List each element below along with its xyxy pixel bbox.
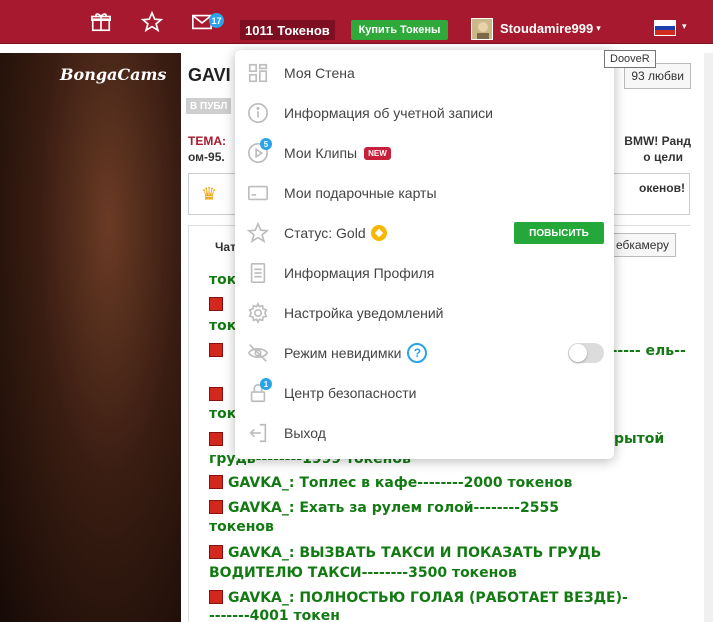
menu-item-status[interactable]: Статус: Gold ПОВЫСИТЬ	[235, 213, 614, 253]
chat-message-text: -------4001 токен	[209, 608, 340, 622]
grid-icon	[247, 62, 269, 84]
clips-count-badge: 5	[260, 138, 272, 150]
menu-item-label-wrap: Мои Клипы NEW	[284, 145, 391, 161]
chat-message-text: рытой	[614, 431, 665, 447]
menu-item-invisible-mode[interactable]: Режим невидимки ?	[235, 333, 614, 373]
invisible-mode-toggle[interactable]	[568, 343, 604, 363]
tokens-balance[interactable]: 1011 Токенов	[240, 20, 335, 40]
chat-message: GAVKA_: Топлес в кафе--------2000 токено…	[209, 475, 679, 492]
theme-text-right-2: о цели	[643, 150, 683, 164]
username-tooltip: DooveR	[604, 50, 656, 68]
chat-message: GAVKA_: ВЫЗВАТЬ ТАКСИ И ПОКАЗАТЬ ГРУДЬ	[209, 545, 679, 562]
chat-message: GAVKA_: ПОЛНОСТЬЮ ГОЛАЯ (РАБОТАЕТ ВЕЗДЕ)…	[209, 590, 679, 607]
chat-message-text: токенов	[209, 519, 274, 535]
menu-item-label: Мои Клипы	[284, 145, 358, 161]
chat-message-text: GAVKA_: Ехать за рулем голой--------2555	[228, 500, 559, 516]
user-icon	[209, 475, 223, 489]
menu-item-profile-info[interactable]: Информация Профиля	[235, 253, 614, 293]
gift-icon[interactable]	[89, 10, 113, 34]
gear-icon	[247, 302, 269, 324]
menu-item-notifications[interactable]: Настройка уведомлений	[235, 293, 614, 333]
card-icon	[247, 182, 269, 204]
menu-item-gift-cards[interactable]: Мои подарочные карты	[235, 173, 614, 213]
document-icon	[247, 262, 269, 284]
chat-message-text: ------- ель--	[600, 343, 686, 359]
status-label-wrap: Статус: Gold	[284, 225, 387, 241]
new-badge: NEW	[364, 146, 391, 160]
bongacams-logo: BongaCams	[60, 65, 167, 84]
help-icon[interactable]: ?	[407, 343, 428, 363]
page-scrollbar[interactable]	[704, 53, 713, 622]
top-bar: 17 1011 Токенов Купить Токены Stoudamire…	[0, 0, 713, 44]
user-icon	[209, 500, 223, 514]
buy-tokens-button[interactable]: Купить Токены	[351, 20, 448, 40]
avatar[interactable]	[471, 18, 493, 40]
theme-text-right: BMW! Ранд	[624, 134, 691, 148]
menu-item-label: Выход	[284, 425, 326, 441]
menu-item-label: Информация об учетной записи	[284, 105, 493, 121]
chat-message: GAVKA_: Ехать за рулем голой--------2555	[209, 500, 679, 517]
eye-off-icon	[247, 342, 269, 364]
menu-item-wall[interactable]: Моя Стена	[235, 53, 614, 93]
status-label: Статус:	[284, 225, 333, 241]
gold-diamond-icon	[370, 225, 387, 241]
menu-item-logout[interactable]: Выход	[235, 413, 614, 453]
menu-item-security-center[interactable]: 1 Центр безопасности	[235, 373, 614, 413]
chat-message-text: GAVKA_: ПОЛНОСТЬЮ ГОЛАЯ (РАБОТАЕТ ВЕЗДЕ)…	[228, 590, 628, 606]
menu-item-label: Центр безопасности	[284, 385, 417, 401]
user-dropdown-menu: Моя Стена Информация об учетной записи 5…	[235, 50, 614, 459]
status-value: Gold	[336, 225, 366, 241]
video-player[interactable]: BongaCams	[0, 53, 181, 622]
user-icon	[209, 387, 223, 401]
chevron-down-icon: ▾	[596, 23, 601, 33]
user-icon	[209, 297, 223, 311]
tab-chat[interactable]: Чат	[215, 240, 236, 254]
menu-item-label: Моя Стена	[284, 65, 355, 81]
promo-text: окенов!	[639, 181, 685, 195]
mail-count-badge: 17	[209, 13, 224, 28]
russia-flag-icon[interactable]	[654, 20, 676, 36]
theme-text: ом-95.	[188, 150, 225, 164]
language-chevron-down-icon[interactable]: ▾	[682, 21, 687, 32]
menu-item-label: Мои подарочные карты	[284, 185, 437, 201]
invisible-label-wrap: Режим невидимки ?	[284, 343, 428, 363]
crown-icon: ♛	[201, 184, 218, 204]
user-menu-toggle[interactable]: Stoudamire999 ▾	[500, 21, 601, 36]
chat-message-text: GAVKA_: ВЫЗВАТЬ ТАКСИ И ПОКАЗАТЬ ГРУДЬ	[228, 545, 602, 561]
room-title: GAVI	[188, 65, 231, 85]
user-icon	[209, 432, 223, 446]
theme-label: ТЕМА:	[188, 134, 226, 148]
user-icon	[209, 590, 223, 604]
chat-message-text: GAVKA_: Топлес в кафе--------2000 токено…	[228, 475, 573, 491]
public-badge: В ПУБЛ	[186, 98, 232, 114]
upgrade-button[interactable]: ПОВЫСИТЬ	[514, 222, 604, 244]
menu-item-account-info[interactable]: Информация об учетной записи	[235, 93, 614, 133]
menu-item-label: Настройка уведомлений	[284, 305, 444, 321]
logout-icon	[247, 422, 269, 444]
user-icon	[209, 343, 223, 357]
menu-item-label: Режим невидимки	[284, 345, 402, 361]
chat-message-text: ВОДИТЕЛЮ ТАКСИ--------3500 токенов	[209, 565, 517, 581]
user-icon	[209, 545, 223, 559]
star-icon[interactable]	[140, 10, 164, 34]
tokens-label: Токенов	[277, 22, 330, 38]
webcam-button[interactable]: ебкамеру	[608, 233, 676, 257]
username: Stoudamire999	[500, 21, 594, 36]
menu-item-clips[interactable]: 5 Мои Клипы NEW	[235, 133, 614, 173]
star-outline-icon	[247, 222, 269, 244]
security-count-badge: 1	[260, 378, 272, 390]
tokens-value: 1011	[245, 22, 274, 38]
info-icon	[247, 102, 269, 124]
menu-item-label: Информация Профиля	[284, 265, 435, 281]
